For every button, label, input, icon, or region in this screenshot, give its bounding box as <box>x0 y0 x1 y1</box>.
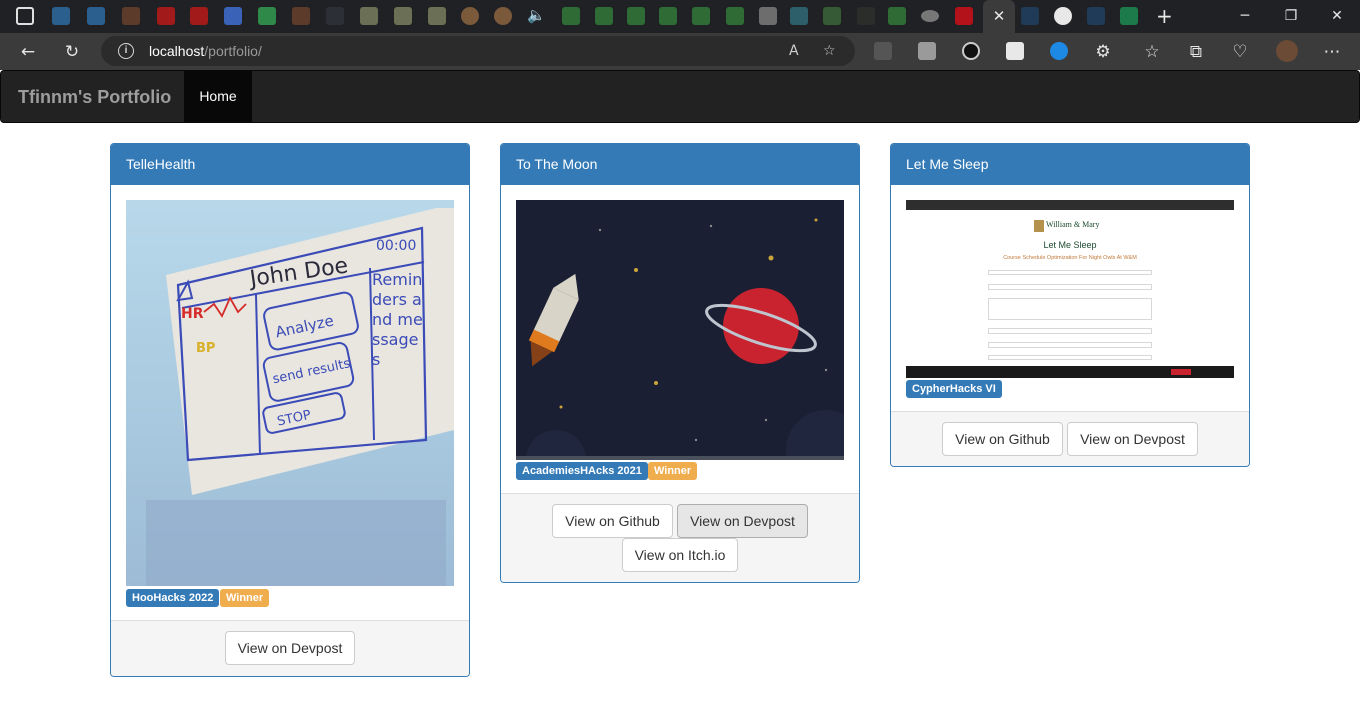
extension-icon[interactable] <box>918 42 936 60</box>
project-title: To The Moon <box>501 144 859 185</box>
view-github-button[interactable]: View on Github <box>552 504 673 538</box>
refresh-icon[interactable]: ↻ <box>60 40 84 64</box>
tab-audio-icon[interactable]: 🔈 <box>527 7 546 25</box>
view-itchio-button[interactable]: View on Itch.io <box>622 538 738 572</box>
read-aloud-icon[interactable]: A <box>789 41 799 61</box>
tab-search-icon[interactable] <box>326 7 344 25</box>
tab-shield-icon[interactable] <box>595 7 613 25</box>
drawing-hr: HR <box>181 306 204 322</box>
extension-icon[interactable] <box>962 42 980 60</box>
restore-icon[interactable]: ❐ <box>1281 5 1301 27</box>
add-favorite-icon[interactable]: ☆ <box>823 41 836 61</box>
hackathon-label: HooHacks 2022 <box>126 589 220 607</box>
winner-label: Winner <box>220 589 270 607</box>
project-card: To The Moon AcademiesHAcks 2021 Winner V… <box>500 143 860 583</box>
extension-icon[interactable] <box>874 42 892 60</box>
tab-actions-icon[interactable] <box>16 7 34 25</box>
tab-map-icon[interactable] <box>428 7 446 25</box>
tab-shield-icon[interactable] <box>726 7 744 25</box>
screenshot-title: Let Me Sleep <box>1043 240 1097 250</box>
new-tab-icon[interactable]: + <box>1156 4 1173 28</box>
tab-youtube-icon[interactable] <box>157 7 175 25</box>
hackathon-label: CypherHacks VI <box>906 380 1002 398</box>
tab-w-icon[interactable] <box>1120 7 1138 25</box>
tab-page-icon[interactable] <box>955 7 973 25</box>
minimize-icon[interactable]: ─ <box>1235 5 1255 27</box>
tab-youtube-icon[interactable] <box>190 7 208 25</box>
drawing-bp: BP <box>196 341 215 356</box>
view-devpost-button[interactable]: View on Devpost <box>225 631 355 665</box>
profile-avatar[interactable] <box>1276 40 1298 62</box>
tab-map-icon[interactable] <box>394 7 412 25</box>
tab-shield-icon[interactable] <box>562 7 580 25</box>
view-devpost-button[interactable]: View on Devpost <box>1067 422 1198 456</box>
project-title: Let Me Sleep <box>891 144 1249 185</box>
tab-shield-icon[interactable] <box>692 7 710 25</box>
nav-home-link[interactable]: Home <box>184 71 252 122</box>
back-arrow-icon[interactable]: ← <box>16 40 40 64</box>
project-footer: View on Github View on Devpost View on I… <box>501 493 859 582</box>
tab-devpost-icon[interactable] <box>292 7 310 25</box>
browser-essentials-icon[interactable]: ♡ <box>1228 40 1252 64</box>
drawing-reminders: Reminders and messages <box>372 270 423 369</box>
screenshot-school: William & Mary <box>1046 220 1100 229</box>
tab-drive-icon[interactable] <box>258 7 276 25</box>
address-path: /portfolio/ <box>204 43 262 59</box>
tab-oval-icon[interactable] <box>921 10 939 22</box>
extension-icon[interactable] <box>1006 42 1024 60</box>
screenshot-subtitle: Course Schedule Optimization For Night O… <box>1003 255 1137 261</box>
window-close-icon[interactable]: ✕ <box>1327 5 1347 27</box>
project-card: TelleHealth John Doe 00:00 HR BP Analyze… <box>110 143 470 677</box>
tab-docs-icon[interactable] <box>224 7 242 25</box>
tab-github-icon[interactable] <box>1054 7 1072 25</box>
project-title: TelleHealth <box>111 144 469 185</box>
extension-icon[interactable] <box>1050 42 1068 60</box>
info-icon[interactable]: i <box>118 43 134 59</box>
tab-linkedin-icon[interactable] <box>52 7 70 25</box>
project-image: John Doe 00:00 HR BP Analyze send result… <box>126 200 454 586</box>
more-menu-icon[interactable]: ⋯ <box>1320 40 1344 64</box>
winner-label: Winner <box>648 462 698 480</box>
tab-tree-icon[interactable] <box>857 7 875 25</box>
tab-page-icon[interactable] <box>759 7 777 25</box>
tab-page-icon[interactable] <box>823 7 841 25</box>
tab-close-icon[interactable]: ✕ <box>991 5 1007 27</box>
tab-cookie-icon[interactable] <box>494 7 512 25</box>
tab-page-icon[interactable] <box>790 7 808 25</box>
tab-shield-icon[interactable] <box>659 7 677 25</box>
address-host: localhost <box>149 43 205 59</box>
navbar-brand[interactable]: Tfinnm's Portfolio <box>18 87 171 108</box>
hackathon-label: AcademiesHAcks 2021 <box>516 462 648 480</box>
view-devpost-button[interactable]: View on Devpost <box>677 504 808 538</box>
drawing-clock: 00:00 <box>376 238 416 254</box>
project-image: William & Mary Let Me Sleep Course Sched… <box>906 200 1234 378</box>
project-footer: View on Github View on Devpost <box>891 411 1249 466</box>
view-github-button[interactable]: View on Github <box>942 422 1063 456</box>
address-url[interactable]: localhost/portfolio/ <box>149 43 262 59</box>
navbar: Tfinnm's Portfolio Home <box>0 70 1360 123</box>
browser-tab-strip: 🔈 ✕ + ─ ❐ ✕ <box>0 0 1360 33</box>
browser-toolbar: ← ↻ i localhost/portfolio/ A ☆ ⚙ ☆ ⧉ ♡ ⋯ <box>0 33 1360 70</box>
tab-linkedin-icon[interactable] <box>87 7 105 25</box>
tab-devpost-icon[interactable] <box>122 7 140 25</box>
tab-map-icon[interactable] <box>360 7 378 25</box>
tab-d-icon[interactable] <box>1021 7 1039 25</box>
project-card: Let Me Sleep William & Mary Let Me Sleep… <box>890 143 1250 467</box>
tab-d-icon[interactable] <box>1087 7 1105 25</box>
project-footer: View on Devpost <box>111 620 469 676</box>
tab-cookie-icon[interactable] <box>461 7 479 25</box>
collections-icon[interactable]: ⧉ <box>1184 40 1208 64</box>
favorites-icon[interactable]: ☆ <box>1140 40 1164 64</box>
extensions-icon[interactable]: ⚙ <box>1091 40 1115 64</box>
project-image <box>516 200 844 460</box>
tab-shield-icon[interactable] <box>888 7 906 25</box>
address-bar[interactable]: i localhost/portfolio/ A ☆ <box>101 36 855 66</box>
tab-shield-icon[interactable] <box>627 7 645 25</box>
